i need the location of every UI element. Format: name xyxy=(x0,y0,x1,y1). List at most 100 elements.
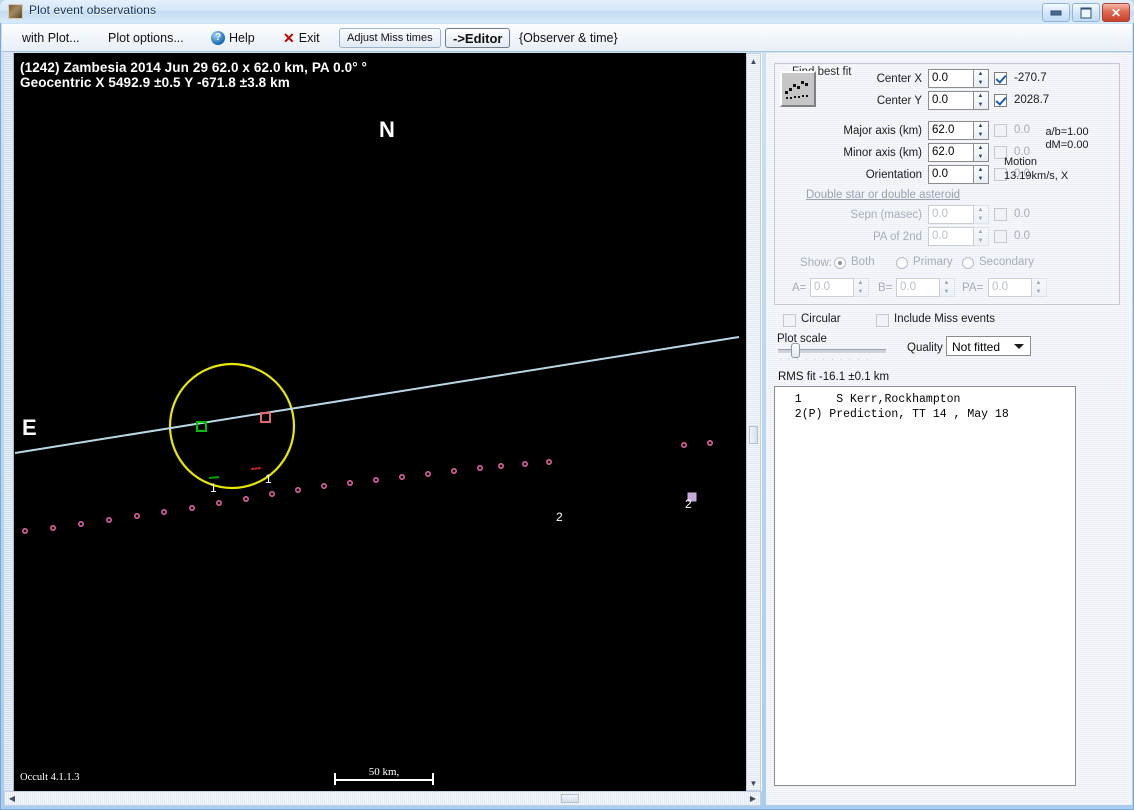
window-title: Plot event observations xyxy=(29,3,157,17)
event-end-errorbar xyxy=(250,467,262,470)
abpa-spinner-0: ▲ ▼ xyxy=(854,278,869,297)
chord-label-end: 1 xyxy=(265,472,272,486)
plot-canvas[interactable]: (1242) Zambesia 2014 Jun 29 62.0 x 62.0 … xyxy=(14,53,749,791)
fit-label-3: Minor axis (km) xyxy=(843,147,922,159)
show-radio-both[interactable] xyxy=(834,257,846,269)
circular-checkbox[interactable] xyxy=(783,314,796,327)
plot-area: (1242) Zambesia 2014 Jun 29 62.0 x 62.0 … xyxy=(4,53,762,791)
include-miss-events-label: Include Miss events xyxy=(894,313,995,325)
app-icon xyxy=(8,4,23,19)
plot-scale-label: Plot scale xyxy=(777,333,827,345)
quality-select[interactable]: Not fitted xyxy=(946,336,1031,356)
circular-label: Circular xyxy=(801,313,841,325)
show-radio-label-primary: Primary xyxy=(913,256,953,268)
spinner-up-icon[interactable]: ▲ xyxy=(974,122,987,130)
miss-label-marker: 2 xyxy=(685,497,692,511)
scale-bar-line xyxy=(334,779,434,781)
include-miss-events-checkbox[interactable] xyxy=(876,314,889,327)
scroll-right-icon[interactable]: ▶ xyxy=(746,792,760,805)
to-editor-button[interactable]: ->Editor xyxy=(445,28,511,48)
menu-help[interactable]: ? Help xyxy=(211,24,255,52)
spinner-down-icon[interactable]: ▼ xyxy=(974,153,987,161)
hscroll-thumb[interactable] xyxy=(561,794,579,803)
show-radio-secondary[interactable] xyxy=(962,257,974,269)
fit-spinner-2[interactable]: ▲ ▼ xyxy=(974,121,989,140)
spinner-down-icon: ▼ xyxy=(857,289,864,295)
fit-input-0[interactable]: 0.0 xyxy=(928,69,974,88)
menu-help-label: Help xyxy=(229,31,255,45)
spinner-up-icon: ▲ xyxy=(857,280,864,286)
fit-checkbox-0[interactable] xyxy=(994,72,1007,85)
vscroll-thumb[interactable] xyxy=(749,426,758,444)
scroll-left-icon[interactable]: ◀ xyxy=(5,792,19,805)
observer-time-label[interactable]: {Observer & time} xyxy=(519,24,618,52)
show-radio-label-both: Both xyxy=(851,256,875,268)
spinner-down-icon[interactable]: ▼ xyxy=(974,131,987,139)
close-button[interactable]: ✕ xyxy=(1102,3,1130,22)
menu-exit-label: Exit xyxy=(298,31,320,45)
menu-with-plot[interactable]: with Plot... xyxy=(22,24,80,52)
fit-label-2: Major axis (km) xyxy=(843,125,922,137)
close-icon: ✕ xyxy=(1110,5,1122,20)
north-indicator: N xyxy=(379,117,395,142)
menu-exit[interactable]: ✕ Exit xyxy=(283,24,320,52)
plot-horizontal-scrollbar[interactable]: ◀ ▶ xyxy=(4,791,761,806)
title-bar[interactable]: Plot event observations ✕ xyxy=(0,0,1134,23)
ds-result-0: 0.0 xyxy=(1014,208,1030,220)
observers-list[interactable]: 1 S Kerr,Rockhampton 2(P) Prediction, TT… xyxy=(774,386,1076,786)
fit-checkbox-1[interactable] xyxy=(994,94,1007,107)
ds-label-0: Sepn (masec) xyxy=(850,209,922,221)
plot-vertical-scrollbar[interactable]: ▲ ▼ xyxy=(746,53,761,791)
spinner-up-icon: ▲ xyxy=(943,280,950,286)
fit-result-1: 2028.7 xyxy=(1014,94,1050,106)
menu-plot-options[interactable]: Plot options... xyxy=(108,24,184,52)
chevron-down-icon xyxy=(1014,344,1024,349)
minimize-button[interactable] xyxy=(1042,3,1070,22)
fit-checkbox-2[interactable] xyxy=(994,124,1007,137)
fit-spinner-4[interactable]: ▲ ▼ xyxy=(974,165,989,184)
ds-result-1: 0.0 xyxy=(1014,230,1030,242)
fit-spinner-1[interactable]: ▲ ▼ xyxy=(974,91,989,110)
adjust-miss-times-button[interactable]: Adjust Miss times xyxy=(339,28,441,48)
show-label: Show: xyxy=(800,257,832,269)
fit-input-1[interactable]: 0.0 xyxy=(928,91,974,110)
fit-spinner-3[interactable]: ▲ ▼ xyxy=(974,143,989,162)
fit-input-2[interactable]: 62.0 xyxy=(928,121,974,140)
plot-header-line2: Geocentric X 5492.9 ±0.5 Y -671.8 ±3.8 k… xyxy=(20,75,290,90)
ds-spinner-1: ▲ ▼ xyxy=(974,227,989,246)
fit-input-3[interactable]: 62.0 xyxy=(928,143,974,162)
abpa-spinner-2: ▲ ▼ xyxy=(1032,278,1047,297)
spinner-up-icon[interactable]: ▲ xyxy=(974,166,987,174)
motion-value: 13.19km/s, X xyxy=(1004,170,1069,182)
show-radio-primary[interactable] xyxy=(896,257,908,269)
spinner-down-icon[interactable]: ▼ xyxy=(974,101,987,109)
help-icon: ? xyxy=(211,31,225,45)
abpa-label-0: A= xyxy=(792,282,807,294)
spinner-down-icon[interactable]: ▼ xyxy=(974,79,987,87)
maximize-button[interactable] xyxy=(1072,3,1100,22)
scroll-down-icon[interactable]: ▼ xyxy=(747,776,760,790)
ds-spinner-0: ▲ ▼ xyxy=(974,205,989,224)
quality-label: Quality xyxy=(907,342,943,354)
event-start-errorbar xyxy=(208,476,220,479)
window-controls: ✕ xyxy=(1042,3,1130,22)
dm-label: dM=0.00 xyxy=(1045,139,1089,151)
ds-input-0: 0.0 xyxy=(928,205,974,224)
fit-input-4[interactable]: 0.0 xyxy=(928,165,974,184)
plot-header-line1: (1242) Zambesia 2014 Jun 29 62.0 x 62.0 … xyxy=(20,60,368,75)
event-start-marker xyxy=(196,421,207,432)
double-star-title: Double star or double asteroid xyxy=(806,189,961,201)
ds-label-1: PA of 2nd xyxy=(872,231,922,243)
fit-label-4: Orientation xyxy=(865,169,922,181)
plot-left-gutter xyxy=(4,53,14,791)
spinner-up-icon[interactable]: ▲ xyxy=(974,70,987,78)
scroll-up-icon[interactable]: ▲ xyxy=(747,54,760,68)
spinner-down-icon[interactable]: ▼ xyxy=(974,175,987,183)
plot-graphics xyxy=(14,336,740,534)
spinner-up-icon[interactable]: ▲ xyxy=(974,144,987,152)
east-indicator: E xyxy=(22,415,37,440)
fit-spinner-0[interactable]: ▲ ▼ xyxy=(974,69,989,88)
spinner-up-icon[interactable]: ▲ xyxy=(974,92,987,100)
abpa-input-1: 0.0 xyxy=(896,278,940,297)
ds-input-1: 0.0 xyxy=(928,227,974,246)
